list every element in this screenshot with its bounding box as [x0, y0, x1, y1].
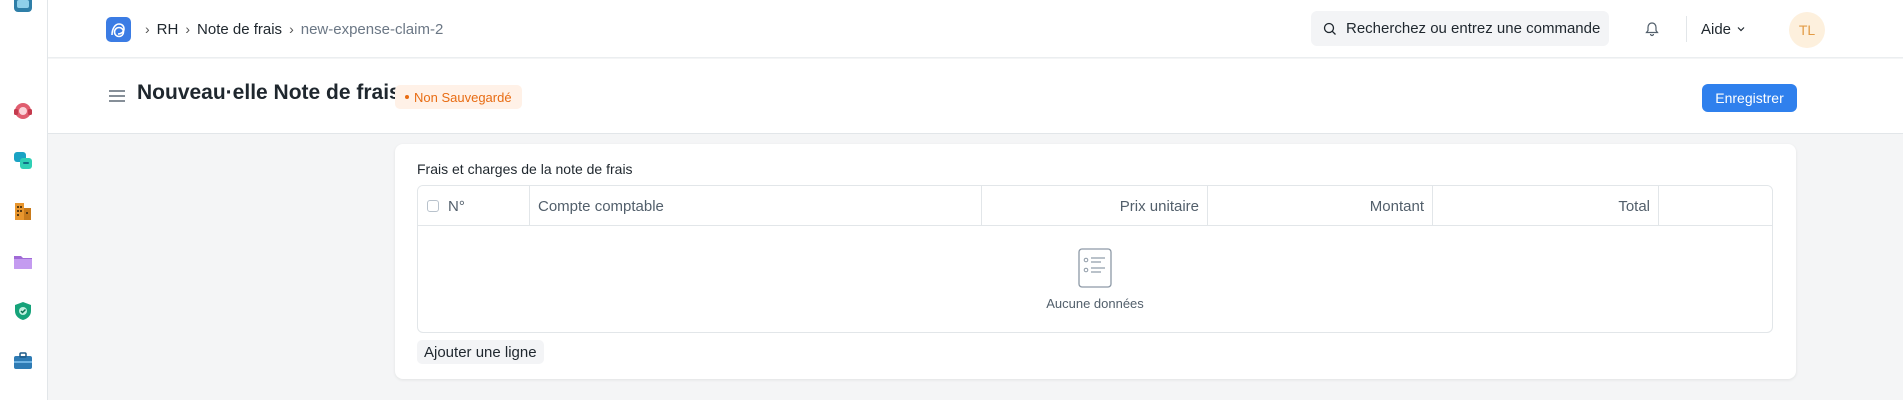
search-placeholder: Recherchez ou entrez une commande	[1346, 20, 1601, 37]
column-header-no: N°	[418, 186, 530, 226]
empty-state: Aucune données	[418, 226, 1772, 332]
top-navbar: › RH › Note de frais › new-expense-claim…	[48, 0, 1903, 58]
expenses-table: N° Compte comptable Prix unitaire Montan…	[417, 185, 1773, 333]
chevron-right-icon: ›	[185, 21, 191, 37]
notification-bell-icon[interactable]	[1643, 20, 1661, 38]
folder-icon[interactable]	[11, 249, 35, 273]
organization-icon[interactable]	[11, 199, 35, 223]
breadcrumb: › RH › Note de frais › new-expense-claim…	[143, 19, 443, 39]
status-dot-icon	[405, 95, 409, 99]
column-header-account: Compte comptable	[530, 186, 982, 226]
help-label: Aide	[1701, 20, 1732, 38]
empty-state-text: Aucune données	[1046, 295, 1144, 311]
menu-icon[interactable]	[108, 88, 126, 104]
column-header-unit-price: Prix unitaire	[982, 186, 1208, 226]
app-icon-top[interactable]	[11, 0, 35, 16]
search-input[interactable]: Recherchez ou entrez une commande	[1311, 11, 1609, 46]
page-header: Nouveau·elle Note de frais Non Sauvegard…	[48, 59, 1903, 134]
add-row-button[interactable]: Ajouter une ligne	[417, 340, 544, 364]
status-badge-label: Non Sauvegardé	[414, 89, 512, 105]
briefcase-icon[interactable]	[11, 349, 35, 373]
save-button[interactable]: Enregistrer	[1702, 84, 1797, 112]
table-header: N° Compte comptable Prix unitaire Montan…	[418, 186, 1772, 226]
navbar-divider	[1686, 16, 1687, 42]
chevron-down-icon	[1737, 27, 1745, 32]
chat-icon[interactable]	[11, 149, 35, 173]
expenses-section-label: Frais et charges de la note de frais	[417, 161, 633, 177]
breadcrumb-item-expense-claim[interactable]: Note de frais	[197, 21, 282, 38]
column-header-amount: Montant	[1208, 186, 1433, 226]
help-dropdown[interactable]: Aide	[1701, 19, 1746, 39]
column-unit-price-label: Prix unitaire	[1119, 197, 1199, 215]
column-header-total: Total	[1433, 186, 1659, 226]
search-icon	[1323, 22, 1336, 35]
app-sidebar	[0, 0, 48, 400]
help-desk-icon[interactable]	[11, 99, 35, 123]
select-all-checkbox[interactable]	[427, 200, 439, 212]
column-total-label: Total	[1618, 197, 1650, 215]
avatar[interactable]: TL	[1789, 12, 1825, 48]
breadcrumb-item-current: new-expense-claim-2	[300, 20, 444, 38]
column-no-label: N°	[448, 197, 465, 215]
chevron-right-icon: ›	[289, 21, 294, 37]
column-account-label: Compte comptable	[538, 197, 664, 215]
app-logo-icon[interactable]	[106, 17, 131, 42]
breadcrumb-item-rh[interactable]: RH	[157, 21, 179, 38]
status-badge: Non Sauvegardé	[395, 85, 522, 109]
page-title: Nouveau·elle Note de frais	[137, 81, 401, 104]
expenses-card: Frais et charges de la note de frais N° …	[395, 144, 1796, 379]
chevron-right-icon: ›	[145, 21, 150, 37]
column-amount-label: Montant	[1369, 197, 1424, 215]
column-header-actions	[1659, 186, 1772, 226]
empty-list-icon	[1078, 247, 1112, 288]
security-icon[interactable]	[11, 299, 35, 323]
